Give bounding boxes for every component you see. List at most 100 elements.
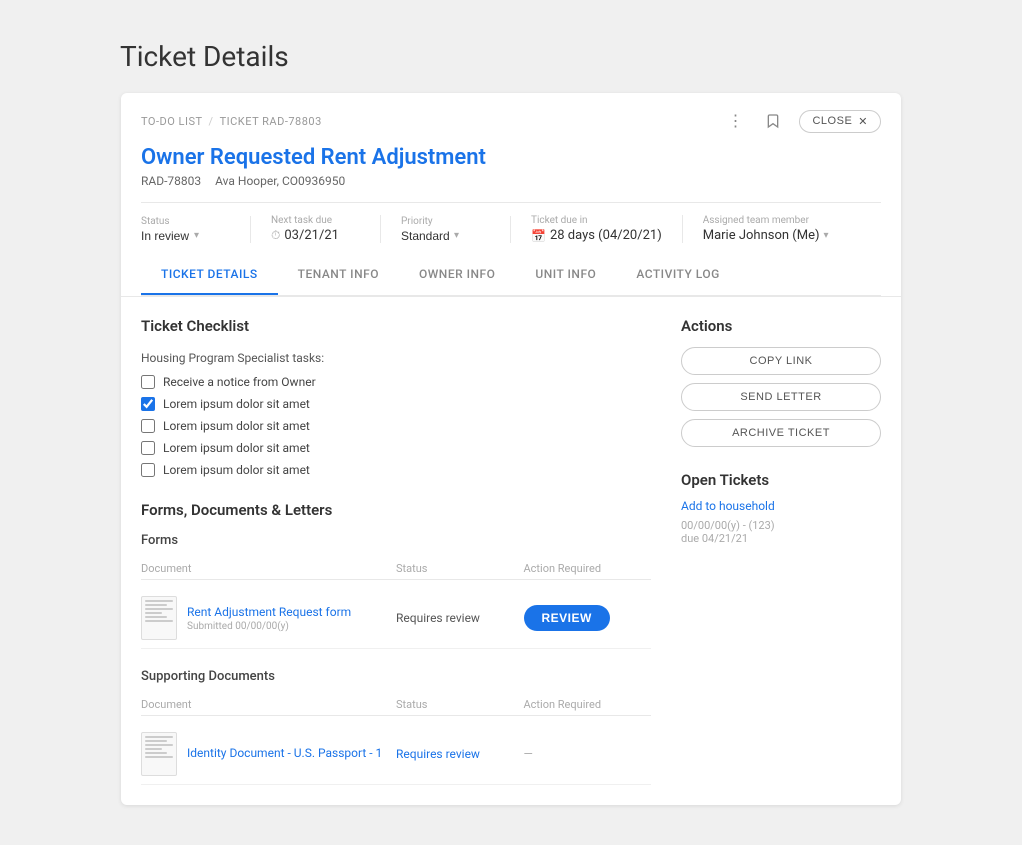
close-label: CLOSE xyxy=(812,115,852,127)
ticket-fields: Status In review ▾ Next task due ⏱ 03/21… xyxy=(141,202,881,255)
bookmark-button[interactable] xyxy=(761,109,785,133)
ticket-meta: RAD-78803 Ava Hooper, CO0936950 xyxy=(141,174,881,188)
open-tickets-section: Open Tickets Add to household 00/00/00(y… xyxy=(681,471,881,545)
ticket-due-label: Ticket due in xyxy=(531,215,662,226)
action-buttons: COPY LINK SEND LETTER ARCHIVE TICKET xyxy=(681,347,881,447)
status-arrow-icon: ▾ xyxy=(194,230,199,241)
form-doc-name[interactable]: Rent Adjustment Request form xyxy=(187,605,351,619)
supporting-doc-thumbnail xyxy=(141,732,177,776)
breadcrumb: TO-DO LIST / TICKET RAD-78803 xyxy=(141,115,322,128)
form-status: Requires review xyxy=(396,611,524,625)
card-header: TO-DO LIST / TICKET RAD-78803 ⋮ CLOSE ✕ xyxy=(121,93,901,297)
checklist-label-5: Lorem ipsum dolor sit amet xyxy=(163,463,310,477)
supporting-docs-section: Supporting Documents Document Status Act… xyxy=(141,669,651,785)
checklist-section: Ticket Checklist Housing Program Special… xyxy=(141,317,651,477)
forms-subsection-title: Forms xyxy=(141,533,651,548)
forms-section: Forms, Documents & Letters Forms Documen… xyxy=(141,501,651,785)
checklist-label-1: Receive a notice from Owner xyxy=(163,375,316,389)
breadcrumb-row: TO-DO LIST / TICKET RAD-78803 ⋮ CLOSE ✕ xyxy=(141,107,881,135)
status-field: Status In review ▾ xyxy=(141,216,251,243)
supporting-col-document: Document xyxy=(141,698,396,711)
tab-activity-log[interactable]: ACTIVITY LOG xyxy=(616,255,739,295)
ticket-title-area: Owner Requested Rent Adjustment RAD-7880… xyxy=(141,145,881,188)
checklist-checkbox-5[interactable] xyxy=(141,463,155,477)
tab-tenant-info[interactable]: TENANT INFO xyxy=(278,255,399,295)
checklist-label-4: Lorem ipsum dolor sit amet xyxy=(163,441,310,455)
priority-select[interactable]: Standard xyxy=(401,229,450,243)
checklist-subtitle: Housing Program Specialist tasks: xyxy=(141,351,651,365)
next-task-label: Next task due xyxy=(271,215,360,226)
more-options-button[interactable]: ⋮ xyxy=(723,107,747,135)
supporting-docs-table-header: Document Status Action required xyxy=(141,694,651,716)
priority-arrow-icon: ▾ xyxy=(454,230,459,241)
table-row: Rent Adjustment Request form Submitted 0… xyxy=(141,588,651,649)
priority-field: Priority Standard ▾ xyxy=(401,216,511,243)
status-select[interactable]: In review xyxy=(141,229,190,243)
doc-thumbnail xyxy=(141,596,177,640)
supporting-docs-title: Supporting Documents xyxy=(141,669,651,684)
priority-label: Priority xyxy=(401,216,490,227)
checklist-label-3: Lorem ipsum dolor sit amet xyxy=(163,419,310,433)
ticket-mini-line1: 00/00/00(y) - (123) xyxy=(681,519,881,532)
tab-unit-info[interactable]: UNIT INFO xyxy=(515,255,616,295)
sidebar-content: Actions COPY LINK SEND LETTER ARCHIVE TI… xyxy=(681,317,881,785)
checklist-checkbox-1[interactable] xyxy=(141,375,155,389)
next-task-value: 03/21/21 xyxy=(284,228,339,243)
form-action-cell: REVIEW xyxy=(524,605,652,631)
ticket-due-field: Ticket due in 📅 28 days (04/20/21) xyxy=(531,215,683,243)
copy-link-button[interactable]: COPY LINK xyxy=(681,347,881,375)
actions-title: Actions xyxy=(681,317,881,335)
add-to-household-link[interactable]: Add to household xyxy=(681,499,881,513)
tabs: TICKET DETAILS TENANT INFO OWNER INFO UN… xyxy=(141,255,881,296)
assignee-value: Marie Johnson (Me) xyxy=(703,228,820,243)
checklist-checkbox-2[interactable] xyxy=(141,397,155,411)
tenant-info: Ava Hooper, CO0936950 xyxy=(215,174,345,188)
list-item: Lorem ipsum dolor sit amet xyxy=(141,397,651,411)
breadcrumb-current: TICKET RAD-78803 xyxy=(220,115,322,128)
list-item: Lorem ipsum dolor sit amet xyxy=(141,441,651,455)
ticket-mini-line2: due 04/21/21 xyxy=(681,532,881,545)
supporting-col-action: Action required xyxy=(524,698,652,711)
open-tickets-title: Open Tickets xyxy=(681,471,881,489)
forms-col-action: Action required xyxy=(524,562,652,575)
forms-table-header: Document Status Action required xyxy=(141,558,651,580)
checklist-title: Ticket Checklist xyxy=(141,317,651,335)
header-actions: ⋮ CLOSE ✕ xyxy=(723,107,881,135)
close-button[interactable]: CLOSE ✕ xyxy=(799,110,881,133)
forms-col-status: Status xyxy=(396,562,524,575)
forms-section-title: Forms, Documents & Letters xyxy=(141,501,651,519)
form-doc-submitted: Submitted 00/00/00(y) xyxy=(187,621,351,632)
supporting-col-status: Status xyxy=(396,698,524,711)
checklist-checkbox-3[interactable] xyxy=(141,419,155,433)
list-item: Lorem ipsum dolor sit amet xyxy=(141,419,651,433)
checklist-checkbox-4[interactable] xyxy=(141,441,155,455)
supporting-doc-status[interactable]: Requires review xyxy=(396,747,524,761)
calendar-icon: 📅 xyxy=(531,229,546,243)
close-x-icon: ✕ xyxy=(858,115,868,128)
ticket-title: Owner Requested Rent Adjustment xyxy=(141,145,881,170)
doc-cell: Rent Adjustment Request form Submitted 0… xyxy=(141,596,396,640)
checklist-label-2: Lorem ipsum dolor sit amet xyxy=(163,397,310,411)
supporting-doc-name[interactable]: Identity Document - U.S. Passport - 1 xyxy=(187,746,382,760)
bookmark-icon xyxy=(765,113,781,129)
actions-section: Actions COPY LINK SEND LETTER ARCHIVE TI… xyxy=(681,317,881,447)
forms-col-document: Document xyxy=(141,562,396,575)
ticket-card: TO-DO LIST / TICKET RAD-78803 ⋮ CLOSE ✕ xyxy=(121,93,901,805)
assignee-field: Assigned team member Marie Johnson (Me) … xyxy=(703,215,849,243)
next-task-field: Next task due ⏱ 03/21/21 xyxy=(271,215,381,243)
status-label: Status xyxy=(141,216,230,227)
checklist-items: Receive a notice from Owner Lorem ipsum … xyxy=(141,375,651,477)
tab-owner-info[interactable]: OWNER INFO xyxy=(399,255,515,295)
table-row: Identity Document - U.S. Passport - 1 Re… xyxy=(141,724,651,785)
more-icon: ⋮ xyxy=(727,111,743,131)
ticket-due-value: 28 days (04/20/21) xyxy=(550,228,662,243)
archive-ticket-button[interactable]: ARCHIVE TICKET xyxy=(681,419,881,447)
list-item: Receive a notice from Owner xyxy=(141,375,651,389)
tab-ticket-details[interactable]: TICKET DETAILS xyxy=(141,255,278,295)
breadcrumb-parent: TO-DO LIST xyxy=(141,115,203,128)
send-letter-button[interactable]: SEND LETTER xyxy=(681,383,881,411)
assignee-arrow-icon: ▾ xyxy=(824,230,829,241)
review-button[interactable]: REVIEW xyxy=(524,605,610,631)
supporting-doc-action: — xyxy=(524,747,652,761)
clock-icon: ⏱ xyxy=(271,228,280,243)
